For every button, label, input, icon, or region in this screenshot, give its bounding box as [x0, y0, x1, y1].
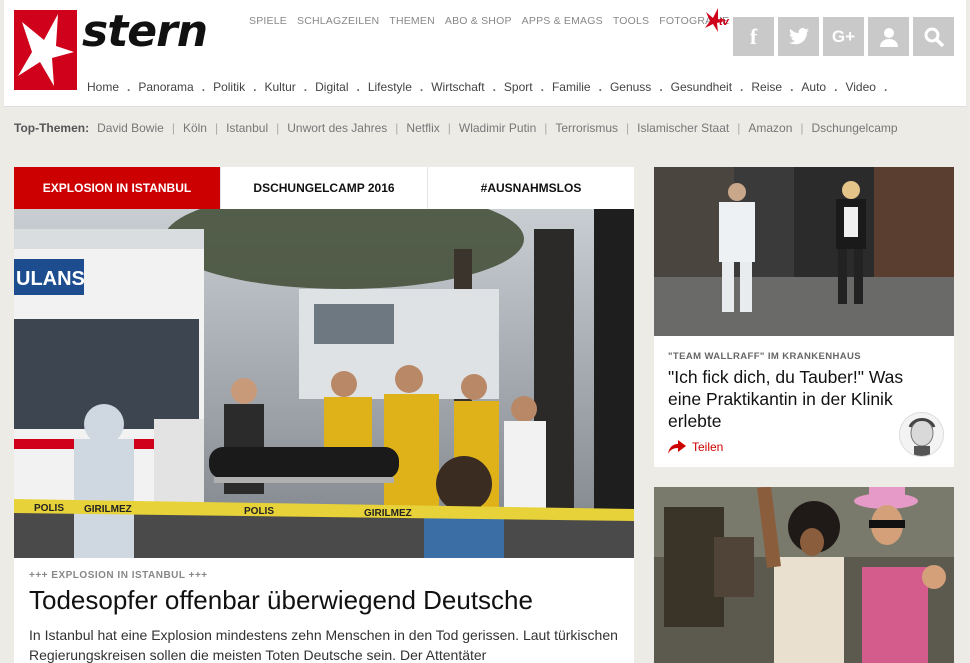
tab-ausnahmslos[interactable]: #AUSNAHMSLOS	[427, 167, 634, 209]
share-button[interactable]: Teilen	[668, 440, 723, 454]
main-navigation: Home. Panorama. Politik. Kultur. Digital…	[87, 80, 888, 94]
topnav-spiele[interactable]: SPIELE	[249, 15, 287, 27]
star-logo-icon	[18, 14, 74, 86]
police-tape-text: GIRILMEZ	[364, 508, 412, 519]
nav-digital[interactable]: Digital	[315, 80, 348, 94]
topic-link[interactable]: Istanbul	[226, 121, 268, 135]
police-tape-text: GIRILMEZ	[84, 504, 132, 515]
top-themen-bar: Top-Themen: David Bowie | Köln | Istanbul |…	[14, 121, 898, 135]
author-portrait	[900, 413, 943, 456]
topnav-schlagzeilen[interactable]: SCHLAGZEILEN	[297, 15, 379, 27]
nav-panorama[interactable]: Panorama	[138, 80, 193, 94]
nav-familie[interactable]: Familie	[552, 80, 591, 94]
stern-tv-label: tv	[719, 16, 729, 28]
story-kicker: +++ EXPLOSION IN ISTANBUL +++	[29, 570, 208, 581]
facebook-icon[interactable]: f	[733, 17, 774, 56]
nav-home[interactable]: Home	[87, 80, 119, 94]
topnav-tools[interactable]: TOOLS	[613, 15, 649, 27]
story-teaser[interactable]: In Istanbul hat eine Explosion mindesten…	[29, 625, 624, 663]
user-icon[interactable]	[868, 17, 909, 56]
author-avatar[interactable]	[899, 412, 944, 457]
dschungelcamp-photo	[654, 487, 954, 663]
side-story-kicker: "TEAM WALLRAFF" IM KRANKENHAUS	[668, 351, 862, 362]
stern-tv-link[interactable]: tv	[704, 8, 736, 34]
nav-auto[interactable]: Auto	[801, 80, 826, 94]
main-story-card: EXPLOSION IN ISTANBUL DSCHUNGELCAMP 2016…	[14, 167, 634, 663]
topic-link[interactable]: Netflix	[406, 121, 439, 135]
police-tape-text: POLIS	[34, 503, 64, 514]
twitter-icon[interactable]	[778, 17, 819, 56]
nav-politik[interactable]: Politik	[213, 80, 245, 94]
story-tabs: EXPLOSION IN ISTANBUL DSCHUNGELCAMP 2016…	[14, 167, 634, 209]
topnav-themen[interactable]: THEMEN	[389, 15, 435, 27]
site-header: stern SPIELE SCHLAGZEILEN THEMEN ABO & S…	[4, 0, 966, 107]
wallraff-photo	[654, 167, 954, 336]
nav-video[interactable]: Video	[845, 80, 875, 94]
story-headline[interactable]: Todesopfer offenbar überwiegend Deutsche	[29, 585, 533, 616]
side-story-image[interactable]	[654, 167, 954, 336]
top-navigation: SPIELE SCHLAGZEILEN THEMEN ABO & SHOP AP…	[249, 15, 729, 27]
explosion-scene-photo: ULANS POLIS GIRILMEZ POLIS GIRILMEZ	[14, 209, 634, 558]
topnav-abo-shop[interactable]: ABO & SHOP	[445, 15, 512, 27]
police-tape-text: POLIS	[244, 506, 274, 517]
topic-link[interactable]: Unwort des Jahres	[287, 121, 387, 135]
nav-sport[interactable]: Sport	[504, 80, 533, 94]
side-story-card-2[interactable]	[654, 487, 954, 663]
topic-link[interactable]: Köln	[183, 121, 207, 135]
search-icon[interactable]	[913, 17, 954, 56]
topic-link[interactable]: Islamischer Staat	[637, 121, 729, 135]
topic-link[interactable]: Amazon	[748, 121, 792, 135]
nav-gesundheit[interactable]: Gesundheit	[671, 80, 732, 94]
ambulance-text: ULANS	[16, 268, 85, 290]
nav-reise[interactable]: Reise	[751, 80, 782, 94]
hero-image[interactable]: ULANS POLIS GIRILMEZ POLIS GIRILMEZ	[14, 209, 634, 558]
nav-kultur[interactable]: Kultur	[264, 80, 295, 94]
topic-link[interactable]: Terrorismus	[555, 121, 618, 135]
nav-lifestyle[interactable]: Lifestyle	[368, 80, 412, 94]
share-label: Teilen	[692, 440, 724, 454]
googleplus-icon[interactable]: G+	[823, 17, 864, 56]
topic-link[interactable]: David Bowie	[97, 121, 164, 135]
topic-link[interactable]: Wladimir Putin	[459, 121, 536, 135]
topic-link[interactable]: Dschungelcamp	[812, 121, 898, 135]
nav-wirtschaft[interactable]: Wirtschaft	[431, 80, 484, 94]
side-story-title[interactable]: "Ich fick dich, du Tauber!" Was eine Pra…	[668, 366, 938, 432]
topnav-apps-emags[interactable]: APPS & EMAGS	[522, 15, 603, 27]
tab-dschungelcamp[interactable]: DSCHUNGELCAMP 2016	[220, 167, 427, 209]
social-buttons: f G+	[733, 17, 954, 56]
side-story-card: "TEAM WALLRAFF" IM KRANKENHAUS "Ich fick…	[654, 167, 954, 467]
tab-explosion-istanbul[interactable]: EXPLOSION IN ISTANBUL	[14, 167, 220, 209]
top-themen-label: Top-Themen:	[14, 121, 90, 135]
stern-logo[interactable]	[14, 10, 77, 90]
stern-wordmark[interactable]: stern	[82, 6, 208, 57]
nav-genuss[interactable]: Genuss	[610, 80, 651, 94]
share-arrow-icon	[668, 440, 686, 454]
